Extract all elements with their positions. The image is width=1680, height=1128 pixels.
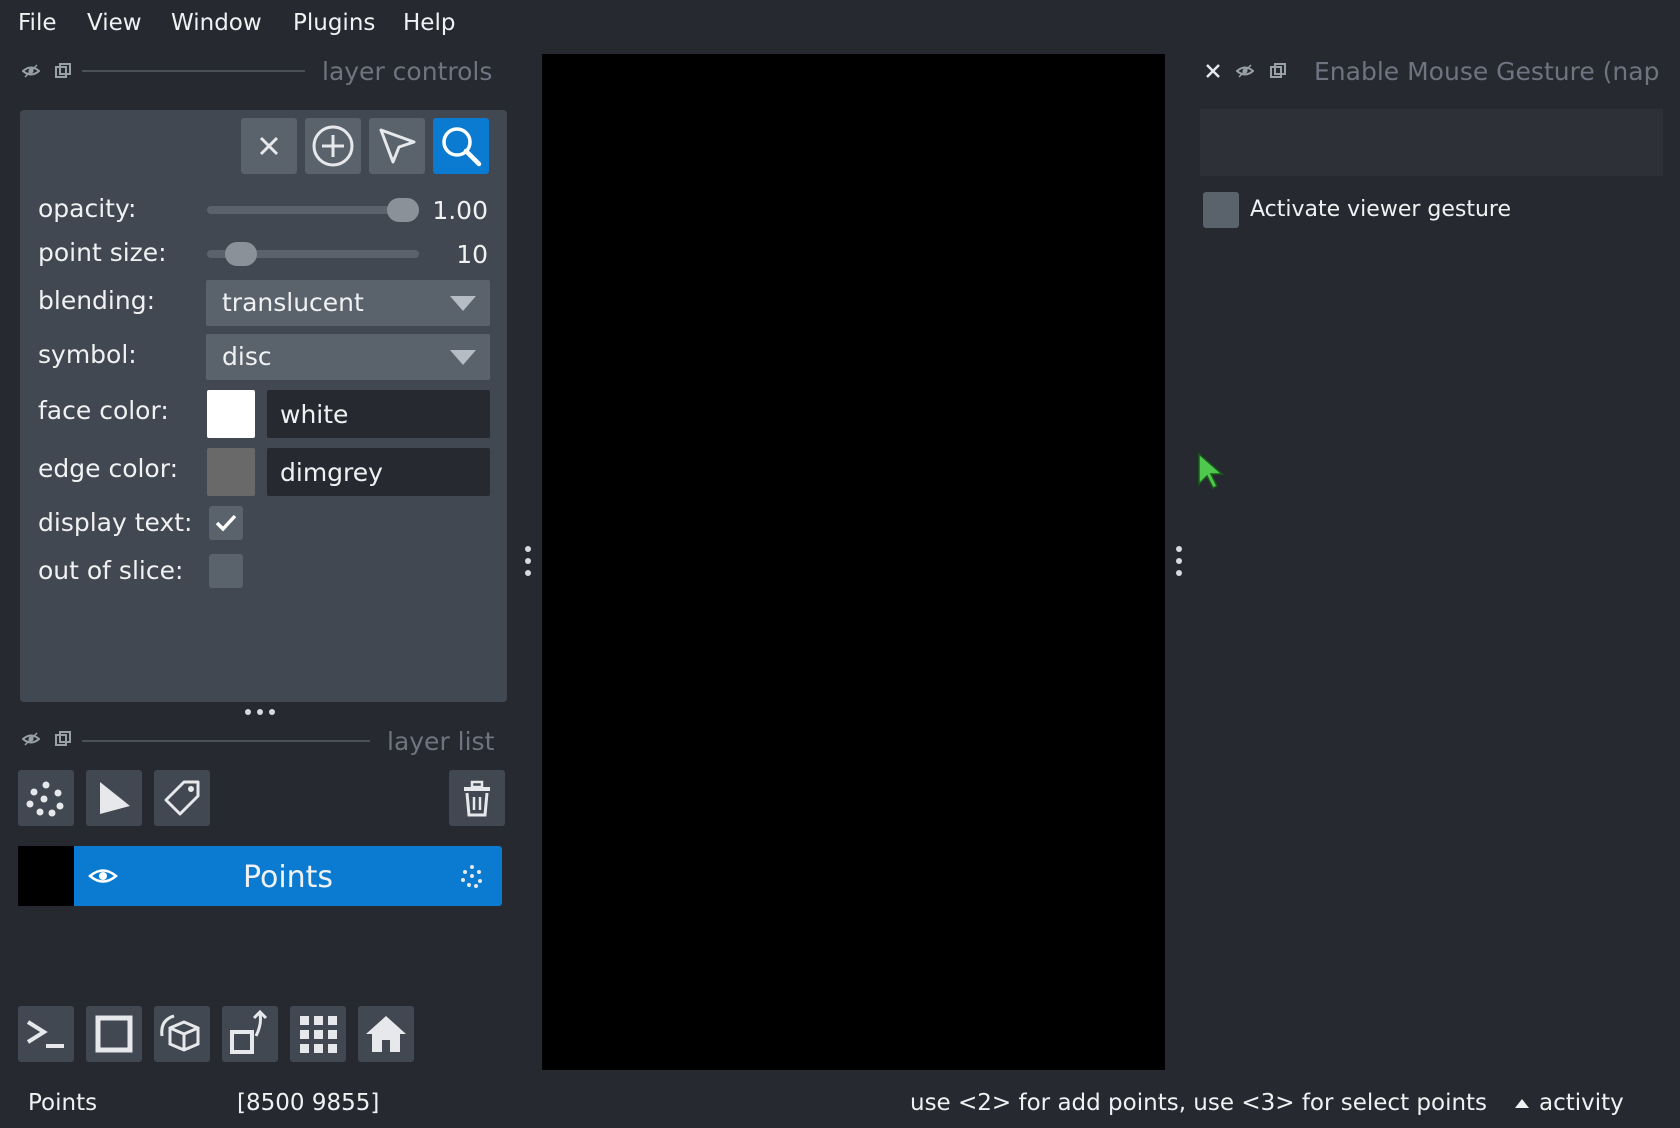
viewer-canvas[interactable] [542, 54, 1165, 1070]
layer-item-body[interactable]: Points [74, 846, 502, 906]
roll-dimensions-button[interactable] [154, 1006, 210, 1062]
hide-dock-icon[interactable] [22, 730, 40, 748]
point-size-label: point size: [38, 238, 167, 267]
add-circle-icon [312, 125, 354, 167]
mouse-cursor-icon [1197, 452, 1225, 492]
out-of-slice-label: out of slice: [38, 556, 184, 585]
grid-view-button[interactable] [290, 1006, 346, 1062]
status-coordinates: [8500 9855] [237, 1090, 380, 1116]
blending-value: translucent [222, 288, 364, 317]
transpose-button[interactable] [222, 1006, 278, 1062]
dock-divider [82, 70, 305, 72]
home-button[interactable] [358, 1006, 414, 1062]
float-dock-icon[interactable] [54, 730, 72, 748]
point-size-value: 10 [456, 240, 488, 269]
plugin-widget-header [1200, 109, 1663, 176]
left-dock-resize-handle[interactable] [525, 546, 531, 578]
edge-color-label: edge color: [38, 454, 178, 483]
new-shapes-layer-button[interactable] [86, 770, 142, 826]
cube-rotate-icon [160, 1014, 200, 1052]
pan-zoom-button[interactable] [433, 118, 489, 174]
display-text-label: display text: [38, 508, 193, 537]
activate-gesture-checkbox[interactable] [1203, 192, 1239, 228]
shapes-icon [100, 782, 130, 814]
chevron-down-icon [450, 350, 476, 365]
blending-label: blending: [38, 286, 155, 315]
point-size-slider-handle[interactable] [225, 242, 257, 266]
face-color-swatch[interactable] [207, 390, 255, 438]
layer-controls-panel: opacity: 1.00 point size: 10 blending: t… [20, 110, 507, 702]
menu-bar: File View Window Plugins Help [0, 0, 1680, 50]
blending-dropdown[interactable]: translucent [206, 280, 490, 326]
hide-dock-icon[interactable] [22, 62, 40, 80]
face-color-value: white [280, 400, 349, 429]
edge-color-input[interactable]: dimgrey [267, 448, 490, 496]
points-layer-type-icon [458, 862, 486, 890]
layer-thumbnail [18, 846, 74, 906]
face-color-label: face color: [38, 396, 169, 425]
layer-controls-title: layer controls [322, 57, 493, 86]
activate-gesture-label[interactable]: Activate viewer gesture [1250, 197, 1511, 222]
float-dock-icon[interactable] [1269, 62, 1287, 80]
chevron-down-icon [450, 296, 476, 311]
activity-button[interactable]: activity [1539, 1090, 1624, 1116]
display-text-checkbox[interactable] [209, 506, 243, 540]
grid-icon [300, 1016, 337, 1053]
plugin-dock-title: Enable Mouse Gesture (nap [1314, 57, 1660, 86]
delete-layer-button[interactable] [449, 770, 505, 826]
tag-icon [164, 780, 200, 816]
face-color-input[interactable]: white [267, 390, 490, 438]
float-dock-icon[interactable] [54, 62, 72, 80]
layer-list-title: layer list [387, 727, 495, 756]
edge-color-value: dimgrey [280, 458, 383, 487]
square-icon [95, 1015, 133, 1053]
trash-icon [464, 780, 490, 817]
edge-color-swatch[interactable] [207, 448, 255, 496]
ndisplay-button[interactable] [86, 1006, 142, 1062]
caret-up-icon [1514, 1097, 1530, 1109]
menu-view[interactable]: View [87, 10, 142, 36]
home-icon [366, 1016, 406, 1052]
transpose-icon [230, 1009, 268, 1054]
menu-window[interactable]: Window [171, 10, 262, 36]
delete-points-button[interactable] [241, 118, 297, 174]
dock-divider [82, 740, 370, 742]
pointer-icon [379, 128, 416, 164]
add-points-button[interactable] [305, 118, 361, 174]
close-icon [259, 136, 279, 156]
symbol-value: disc [222, 342, 272, 371]
points-icon [26, 781, 64, 817]
new-points-layer-button[interactable] [18, 770, 74, 826]
console-button[interactable] [18, 1006, 74, 1062]
opacity-label: opacity: [38, 194, 137, 223]
checkmark-icon [215, 514, 237, 532]
select-points-button[interactable] [369, 118, 425, 174]
hide-dock-icon[interactable] [1236, 62, 1254, 80]
out-of-slice-checkbox[interactable] [209, 554, 243, 588]
right-dock-resize-handle[interactable] [1176, 546, 1182, 578]
menu-file[interactable]: File [18, 10, 57, 36]
layer-name[interactable]: Points [74, 860, 502, 895]
symbol-label: symbol: [38, 340, 137, 369]
terminal-icon [26, 1020, 64, 1048]
close-dock-icon[interactable] [1204, 62, 1222, 80]
menu-plugins[interactable]: Plugins [293, 10, 375, 36]
layer-list-item[interactable]: Points [18, 846, 502, 906]
status-layer-name: Points [28, 1090, 98, 1116]
search-icon [442, 127, 482, 167]
menu-help[interactable]: Help [403, 10, 455, 36]
panel-resize-handle[interactable] [245, 709, 275, 715]
opacity-slider-handle[interactable] [387, 198, 419, 222]
symbol-dropdown[interactable]: disc [206, 334, 490, 380]
opacity-value: 1.00 [432, 196, 488, 225]
status-help-text: use <2> for add points, use <3> for sele… [910, 1090, 1488, 1116]
new-labels-layer-button[interactable] [154, 770, 210, 826]
